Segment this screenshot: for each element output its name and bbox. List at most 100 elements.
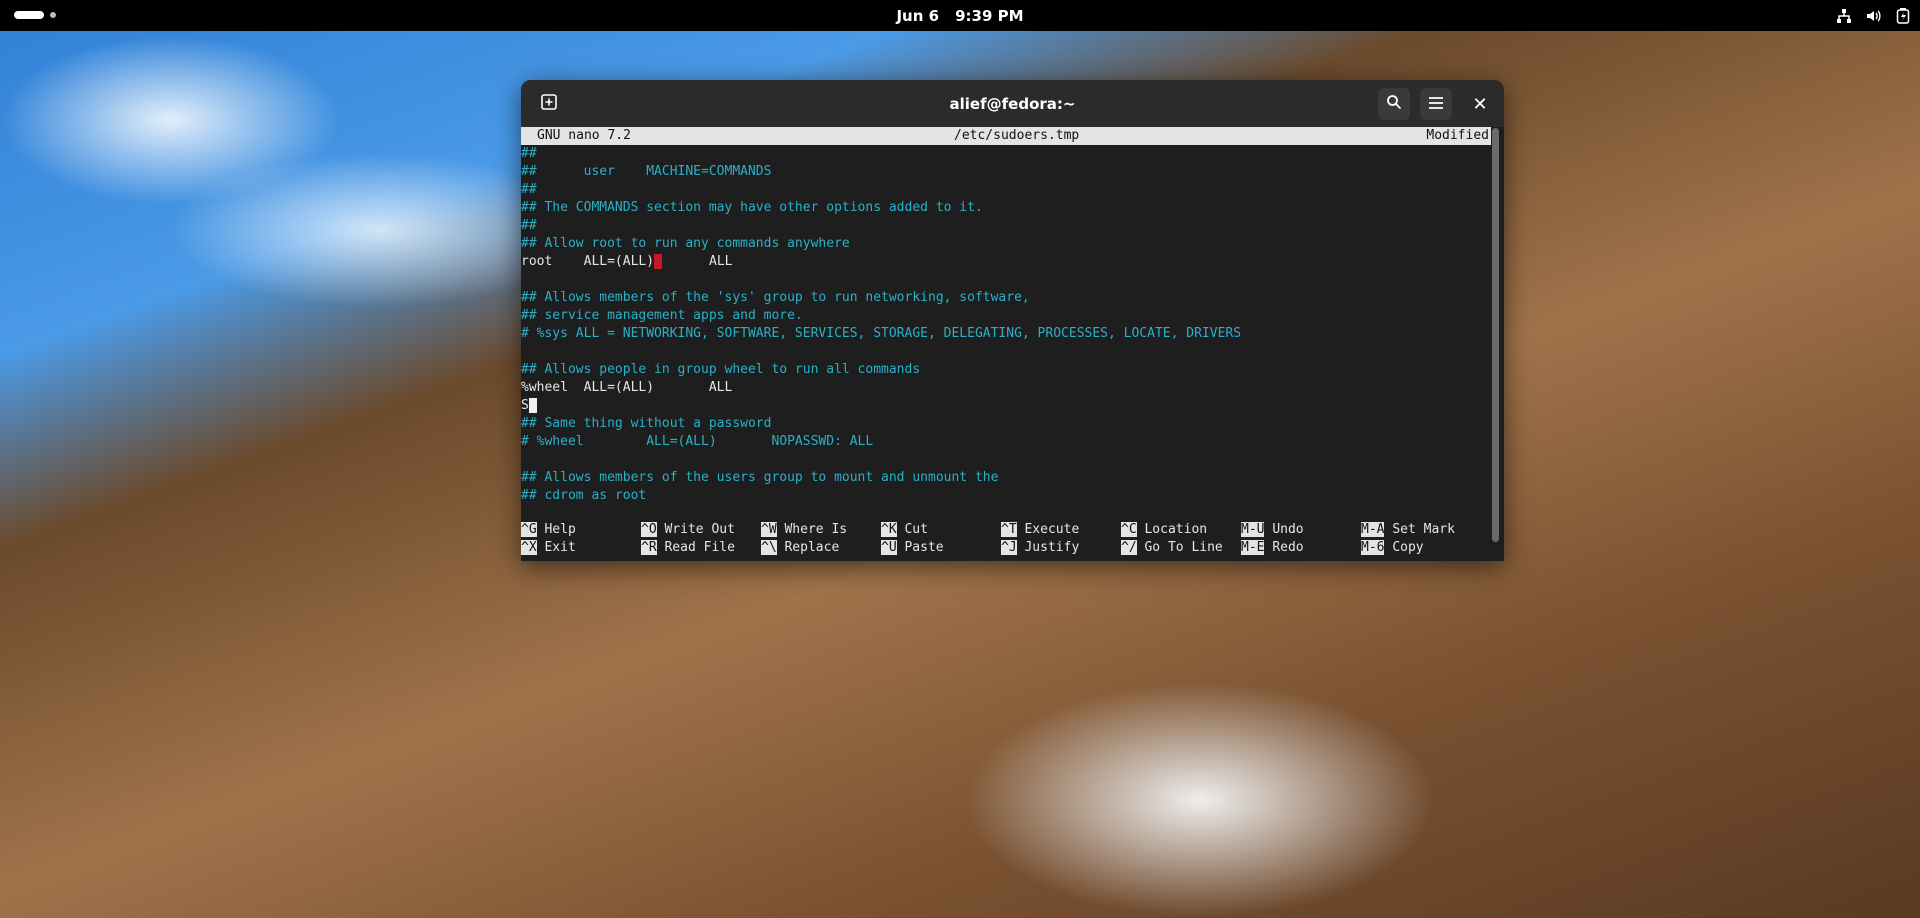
editor-line[interactable]: ## Allows members of the users group to … <box>521 469 1491 487</box>
main-menu-button[interactable] <box>1420 88 1452 120</box>
editor-line[interactable]: ## <box>521 145 1491 163</box>
editor-line-text: ## The COMMANDS section may have other o… <box>521 200 983 215</box>
shortcut-item[interactable]: M-U Undo <box>1241 521 1304 539</box>
nano-editor[interactable]: GNU nano 7.2 /etc/sudoers.tmp Modified #… <box>521 127 1491 561</box>
shortcut-item[interactable]: ^W Where Is <box>761 521 847 539</box>
editor-line[interactable]: S <box>521 397 1491 415</box>
editor-line[interactable]: ## <box>521 181 1491 199</box>
editor-line-text: # %sys ALL = NETWORKING, SOFTWARE, SERVI… <box>521 326 1242 341</box>
terminal-window[interactable]: alief@fedora:~ ✕ GNU nano 7.2 /etc/sudoe… <box>521 80 1504 561</box>
nano-titlebar: GNU nano 7.2 /etc/sudoers.tmp Modified <box>521 127 1491 145</box>
shortcut-item[interactable]: ^R Read File <box>641 539 735 557</box>
shortcut-label: Copy <box>1392 540 1424 555</box>
editor-line-text: # %wheel ALL=(ALL) NOPASSWD: ALL <box>521 434 874 449</box>
shortcut-label: Set Mark <box>1392 522 1455 537</box>
editor-line[interactable]: ## cdrom as root <box>521 487 1491 505</box>
editor-buffer[interactable]: ## ## user MACHINE=COMMANDS ## ## The COMMA… <box>521 145 1491 505</box>
clock[interactable]: Jun 6 9:39 PM <box>0 0 1920 31</box>
volume-icon <box>1866 8 1882 24</box>
editor-line[interactable]: ## Allows people in group wheel to run a… <box>521 361 1491 379</box>
editor-line[interactable]: ## user MACHINE=COMMANDS <box>521 163 1491 181</box>
shortcut-key: ^K <box>881 522 897 537</box>
editor-line-text: ## <box>521 146 537 161</box>
shortcut-label: Where Is <box>784 522 848 537</box>
shortcut-label: Undo <box>1272 522 1304 537</box>
shortcut-label: Read File <box>664 540 735 555</box>
shortcut-label: Exit <box>544 540 576 555</box>
editor-line-text: root ALL=(ALL) <box>521 254 655 269</box>
editor-line[interactable]: root ALL=(ALL) ALL <box>521 253 1491 271</box>
editor-line-text-after: ALL <box>662 254 733 269</box>
editor-line-text: ## <box>521 218 537 233</box>
shortcut-label: Justify <box>1024 540 1080 555</box>
editor-line[interactable] <box>521 271 1491 289</box>
shortcut-item[interactable]: ^T Execute <box>1001 521 1079 539</box>
shortcut-key: M-6 <box>1361 540 1385 555</box>
search-button[interactable] <box>1378 88 1410 120</box>
editor-line[interactable]: ## Allow root to run any commands anywhe… <box>521 235 1491 253</box>
close-button[interactable]: ✕ <box>1468 92 1492 116</box>
shortcut-label: Cut <box>904 522 928 537</box>
shortcut-item[interactable]: ^J Justify <box>1001 539 1079 557</box>
editor-line-text: ## Same thing without a password <box>521 416 772 431</box>
editor-line-text: ## Allow root to run any commands anywhe… <box>521 236 850 251</box>
editor-line-text: %wheel ALL=(ALL) ALL <box>521 380 733 395</box>
shortcut-key: ^X <box>521 540 537 555</box>
shortcut-item[interactable]: ^U Paste <box>881 539 944 557</box>
editor-line[interactable]: ## The COMMANDS section may have other o… <box>521 199 1491 217</box>
menu-icon <box>1428 95 1444 114</box>
editor-line[interactable] <box>521 451 1491 469</box>
editor-line-text: ## cdrom as root <box>521 488 647 503</box>
shortcut-item[interactable]: ^X Exit <box>521 539 576 557</box>
clock-time: 9:39 PM <box>955 6 1024 25</box>
editor-line-text: ## <box>521 182 537 197</box>
editor-line[interactable]: ## Allows members of the 'sys' group to … <box>521 289 1491 307</box>
editor-line[interactable]: # %wheel ALL=(ALL) NOPASSWD: ALL <box>521 433 1491 451</box>
editor-line[interactable]: ## service management apps and more. <box>521 307 1491 325</box>
shortcut-key: ^J <box>1001 540 1017 555</box>
shortcut-key: ^R <box>641 540 657 555</box>
search-icon <box>1386 94 1402 114</box>
shortcut-item[interactable]: ^O Write Out <box>641 521 735 539</box>
shortcut-item[interactable]: ^\ Replace <box>761 539 839 557</box>
terminal-headerbar: alief@fedora:~ ✕ <box>521 80 1504 127</box>
editor-line[interactable]: %wheel ALL=(ALL) ALL <box>521 379 1491 397</box>
shortcut-label: Execute <box>1024 522 1080 537</box>
shortcut-label: Redo <box>1272 540 1304 555</box>
shortcut-key: M-E <box>1241 540 1265 555</box>
shortcut-label: Paste <box>904 540 944 555</box>
shortcut-key: M-A <box>1361 522 1385 537</box>
editor-line-text: ## service management apps and more. <box>521 308 803 323</box>
editor-line-text: ## user MACHINE=COMMANDS <box>521 164 772 179</box>
nano-status: Modified <box>1426 128 1489 143</box>
shortcut-item[interactable]: M-6 Copy <box>1361 539 1424 557</box>
network-icon <box>1836 8 1852 24</box>
shortcut-item[interactable]: M-E Redo <box>1241 539 1304 557</box>
editor-line-text: S <box>521 398 529 413</box>
scrollbar[interactable] <box>1492 128 1499 542</box>
system-tray[interactable] <box>1836 0 1910 31</box>
editor-line-text: ## Allows members of the users group to … <box>521 470 999 485</box>
editor-line[interactable]: # %sys ALL = NETWORKING, SOFTWARE, SERVI… <box>521 325 1491 343</box>
shortcut-item[interactable]: ^G Help <box>521 521 576 539</box>
shortcut-key: ^W <box>761 522 777 537</box>
editor-line[interactable]: ## <box>521 217 1491 235</box>
shortcut-bar: ^G Help ^O Write Out ^W Where Is ^K Cut ^T E… <box>521 521 1491 557</box>
shortcut-label: Help <box>544 522 576 537</box>
shortcut-item[interactable]: M-A Set Mark <box>1361 521 1455 539</box>
shortcut-label: Replace <box>784 540 840 555</box>
editor-line-text: ## Allows people in group wheel to run a… <box>521 362 921 377</box>
shortcut-item[interactable]: ^K Cut <box>881 521 928 539</box>
shortcut-item[interactable]: ^C Location <box>1121 521 1207 539</box>
clock-date: Jun 6 <box>896 6 940 25</box>
text-cursor <box>528 398 537 413</box>
editor-line[interactable]: ## Same thing without a password <box>521 415 1491 433</box>
shortcut-key: ^C <box>1121 522 1137 537</box>
shortcut-label: Location <box>1144 522 1208 537</box>
shortcut-item[interactable]: ^/ Go To Line <box>1121 539 1223 557</box>
editor-line[interactable] <box>521 343 1491 361</box>
shortcut-key: ^T <box>1001 522 1017 537</box>
shortcut-label: Write Out <box>664 522 735 537</box>
battery-icon <box>1896 7 1910 24</box>
shortcut-label: Go To Line <box>1144 540 1223 555</box>
